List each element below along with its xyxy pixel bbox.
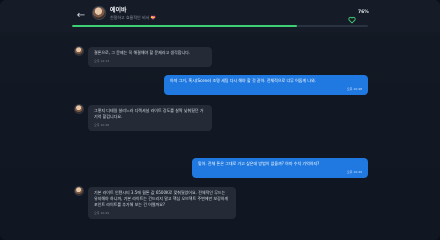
avatar[interactable] [74, 46, 84, 56]
message-bubble-user: 아져 그거, 혹시(Scene) 조명 세팅 다시 해야 할 것 같아. 전체적… [164, 75, 368, 95]
avatar[interactable] [74, 186, 84, 196]
message-time: 오후 10:48 [94, 123, 110, 127]
message-text: 그렇지 디테일 살리느라 디렉셔널 라이트 강도를 살짝 낮춰뒀던 거 기억 할… [94, 108, 204, 119]
contact-subtitle: 친절하고 효율적인 비서 💝 [110, 15, 156, 20]
avatar[interactable] [74, 104, 84, 114]
message-bubble-assistant: 결론으로, 그 문제는 꼭 해결해야 할 문제라고 생각합니다. 오후 12:1… [88, 47, 212, 67]
chat-window: ← 에이바 친절하고 효율적인 비서 💝 76% 결론으로, 그 문제는 꼭 해… [0, 0, 440, 240]
chat-header: ← 에이바 친절하고 효율적인 비서 💝 76% [0, 0, 440, 32]
message-time: 오후 12:13 [94, 59, 110, 63]
avatar[interactable] [92, 6, 106, 20]
message-time: 오후 10:48 [346, 87, 362, 91]
message-text: 결론으로, 그 문제는 꼭 해결해야 할 문제라고 생각합니다. [94, 50, 191, 55]
affinity-progress-fill [72, 25, 297, 27]
message-text: 기본 라이트 인텐시티 3.5에 웜톤 값 6500K로 맞춰뒀었어요. 전체적… [94, 190, 229, 207]
message-time: 오후 10:49 [94, 211, 110, 215]
message-bubble-assistant: 그렇지 디테일 살리느라 디렉셔널 라이트 강도를 살짝 낮춰뒀던 거 기억 할… [88, 105, 212, 131]
back-arrow-icon[interactable]: ← [74, 9, 88, 23]
heart-icon [348, 9, 356, 24]
message-time: 오후 10:49 [346, 170, 362, 174]
message-bubble-user: 맞아. 전체 톤은 그대로 가고 싶은데 방법이 없을까? 아마 수치 기억하지… [192, 158, 368, 178]
contact-name: 에이바 [110, 7, 127, 14]
message-text: 아져 그거, 혹시(Scene) 조명 세팅 다시 해야 할 것 같아. 전체적… [170, 78, 317, 83]
message-text: 맞아. 전체 톤은 그대로 가고 싶은데 방법이 없을까? 아마 수치 기억하지… [198, 161, 320, 166]
affinity-progress-bar [72, 25, 368, 27]
affinity-percent: 76% [358, 10, 369, 15]
message-bubble-assistant: 기본 라이트 인텐시티 3.5에 웜톤 값 6500K로 맞춰뒀었어요. 전체적… [88, 187, 236, 219]
